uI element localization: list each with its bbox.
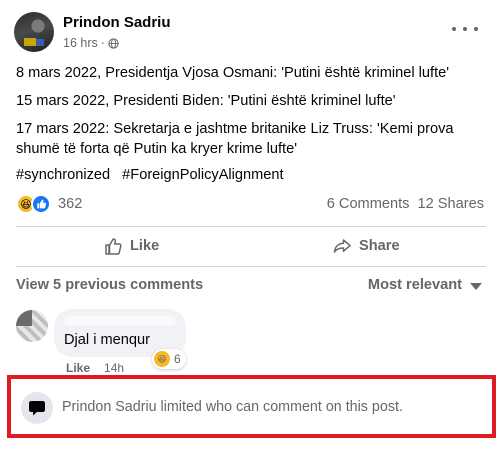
share-label: Share [359, 238, 400, 254]
comment-text: Djal i menqur [64, 332, 150, 348]
like-label: Like [130, 238, 160, 254]
shares-count-link[interactable]: 12 Shares [417, 196, 484, 212]
meta-separator: · [100, 36, 105, 50]
post-stats: 6 Comments 12 Shares [327, 196, 484, 212]
divider [16, 226, 486, 227]
comments-count-link[interactable]: 6 Comments [327, 196, 410, 212]
post-paragraph: 15 mars 2022, Presidenti Biden: 'Putini … [16, 93, 396, 109]
comment-like-button[interactable]: Like [66, 361, 90, 375]
avatar-detail [24, 38, 36, 46]
post-card: Prindon Sadriu 16 hrs · 8 mars 2022, Pre… [0, 0, 502, 457]
comment-reactions[interactable]: 😆 6 [152, 349, 186, 369]
sort-label: Most relevant [367, 277, 462, 293]
comment-time[interactable]: 14h [104, 361, 124, 375]
post-paragraph: 8 mars 2022, Presidentja Vjosa Osmani: '… [16, 65, 450, 81]
globe-icon[interactable] [108, 37, 119, 49]
author-name[interactable]: Prindon Sadriu [63, 14, 171, 31]
redacted-commenter-name [64, 316, 176, 326]
comment-sort-dropdown[interactable]: Most relevant [368, 277, 482, 293]
comment-actions: Like 14h [66, 361, 124, 375]
like-reaction-icon [31, 194, 51, 214]
comment-restriction-notice: Prindon Sadriu limited who can comment o… [7, 375, 496, 438]
speech-bubble-icon [21, 392, 53, 424]
caret-down-icon [470, 282, 482, 290]
more-options-icon[interactable] [452, 22, 478, 36]
commenter-avatar[interactable] [16, 310, 48, 342]
post-hashtags: #synchronized #ForeignPolicyAlignment [16, 165, 494, 185]
post-paragraph: 17 mars 2022: Sekretarja e jashtme brita… [16, 121, 454, 157]
hashtag-link[interactable]: #synchronized [16, 167, 110, 183]
avatar-detail [36, 39, 44, 46]
thumbs-up-icon [105, 238, 122, 255]
divider [16, 266, 486, 267]
like-button[interactable]: Like [103, 232, 159, 260]
comment-reaction-count: 6 [174, 352, 181, 366]
reactions-summary[interactable]: 😆 362 [16, 194, 82, 214]
reaction-count: 362 [58, 196, 83, 212]
author-avatar[interactable] [14, 12, 54, 52]
hashtag-link[interactable]: #ForeignPolicyAlignment [122, 167, 283, 183]
share-button[interactable]: Share [332, 232, 400, 260]
haha-reaction-icon: 😆 [154, 351, 170, 367]
post-time[interactable]: 16 hrs [63, 36, 98, 50]
share-arrow-icon [333, 239, 351, 253]
post-meta: 16 hrs · [63, 36, 119, 50]
notice-text: Prindon Sadriu limited who can comment o… [62, 399, 403, 415]
view-previous-comments-link[interactable]: View 5 previous comments [16, 277, 203, 293]
